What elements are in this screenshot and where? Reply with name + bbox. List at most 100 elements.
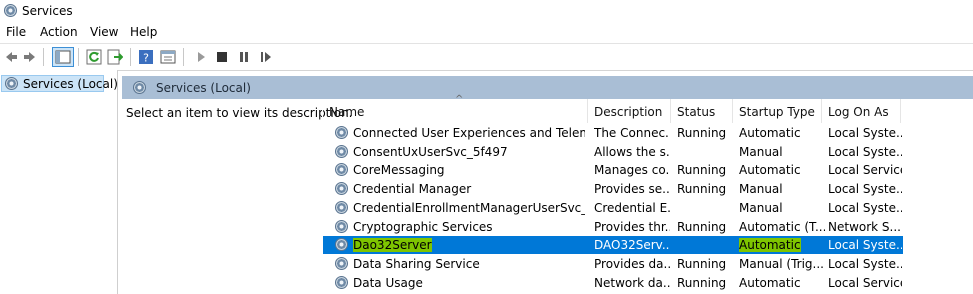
menu-file[interactable]: File bbox=[6, 25, 26, 39]
cell-name: CoreMessaging bbox=[353, 163, 445, 178]
cell-startup: Manual bbox=[739, 200, 783, 215]
cell-status: Running bbox=[677, 275, 727, 290]
gear-icon bbox=[335, 126, 348, 139]
stop-icon[interactable] bbox=[214, 49, 230, 65]
cell-status: Running bbox=[677, 163, 727, 178]
cell-startup: Manual (Trig... bbox=[739, 256, 824, 271]
menu-view[interactable]: View bbox=[90, 25, 118, 39]
cell-startup: Manual bbox=[739, 144, 783, 159]
cell-description: Credential E... bbox=[594, 200, 670, 215]
menu-bar: File Action View Help bbox=[0, 22, 973, 42]
help-icon[interactable]: ? bbox=[138, 49, 154, 65]
start-icon[interactable] bbox=[193, 49, 209, 65]
gear-icon bbox=[335, 256, 348, 270]
toolbar-separator bbox=[78, 48, 79, 66]
cell-logon: Local Syste... bbox=[828, 256, 902, 271]
cell-name: CredentialEnrollmentManagerUserSvc_5f497 bbox=[353, 200, 585, 215]
restart-icon[interactable] bbox=[258, 49, 274, 65]
cell-status: Running bbox=[677, 182, 727, 197]
gear-icon bbox=[335, 200, 348, 214]
gear-icon bbox=[335, 219, 348, 233]
cell-logon: Local Syste... bbox=[828, 144, 902, 159]
tree-item-services-local[interactable]: Services (Local) bbox=[1, 75, 118, 92]
table-row[interactable]: ConsentUxUserSvc_5f497 Allows the s... Man… bbox=[323, 143, 903, 161]
svg-text:?: ? bbox=[143, 52, 149, 65]
gear-icon bbox=[4, 4, 17, 17]
column-header-label: Log On As bbox=[828, 105, 889, 119]
table-row[interactable]: Credential Manager Provides se... Running M… bbox=[323, 180, 903, 198]
cell-description: DAO32Serv... bbox=[594, 238, 670, 253]
highlighted-text: Automatic bbox=[739, 238, 801, 253]
column-header-label: Description bbox=[594, 105, 663, 119]
cell-name: Dao32Server bbox=[353, 238, 585, 253]
forward-icon[interactable] bbox=[22, 49, 38, 65]
pane-header-label: Services (Local) bbox=[156, 81, 251, 95]
toolbar: ? bbox=[0, 43, 973, 71]
table-row[interactable]: Cryptographic Services Provides thr... Run… bbox=[323, 218, 903, 236]
toolbar-separator bbox=[183, 48, 184, 66]
cell-name: Data Usage bbox=[353, 275, 423, 290]
menu-help[interactable]: Help bbox=[130, 25, 157, 39]
cell-startup: Automatic bbox=[739, 126, 801, 140]
highlighted-text: Dao32Server bbox=[353, 238, 432, 253]
cell-logon: Local Syste... bbox=[828, 182, 902, 197]
pane-header: Services (Local) bbox=[122, 76, 973, 99]
column-header-label: Status bbox=[677, 105, 716, 119]
tree-item-label: Services (Local) bbox=[23, 77, 118, 91]
column-header-label: Name bbox=[329, 105, 365, 119]
table-row[interactable]: Connected User Experiences and Telemetry… bbox=[323, 124, 903, 142]
cell-startup: Manual bbox=[739, 182, 783, 197]
column-header-status[interactable]: Status bbox=[671, 99, 733, 123]
cell-startup: Automatic bbox=[739, 238, 825, 253]
table-row[interactable]: CredentialEnrollmentManagerUserSvc_5f497… bbox=[323, 199, 903, 217]
cell-logon: Network S... bbox=[828, 219, 901, 234]
toolbar-separator bbox=[43, 48, 44, 66]
column-header-name[interactable]: Name ^ bbox=[323, 94, 588, 123]
cell-startup: Automatic bbox=[739, 163, 801, 178]
cell-description: Network da... bbox=[594, 275, 670, 290]
cell-startup: Automatic bbox=[739, 275, 801, 290]
gear-icon bbox=[335, 163, 348, 177]
cell-name: Cryptographic Services bbox=[353, 219, 493, 234]
cell-name: Data Sharing Service bbox=[353, 256, 480, 271]
gear-icon bbox=[5, 77, 18, 90]
table-row[interactable]: CoreMessaging Manages co... Running Automat… bbox=[323, 161, 903, 179]
cell-status: Running bbox=[677, 126, 727, 140]
cell-description: The Connec... bbox=[594, 126, 670, 140]
cell-description: Provides thr... bbox=[594, 219, 670, 234]
services-list[interactable]: Name ^ Description Status Startup Type L… bbox=[322, 94, 973, 294]
gear-icon bbox=[335, 275, 348, 289]
column-header-startup-type[interactable]: Startup Type bbox=[733, 99, 822, 123]
column-header-log-on-as[interactable]: Log On As bbox=[822, 99, 901, 123]
table-row[interactable]: Data Sharing Service Provides da... Runnin… bbox=[323, 255, 903, 273]
cell-name: Connected User Experiences and Telemetry bbox=[353, 126, 585, 140]
cell-status: Running bbox=[677, 219, 727, 234]
pause-icon[interactable] bbox=[236, 49, 252, 65]
show-hide-tree-icon[interactable] bbox=[52, 47, 74, 67]
console-tree: Services (Local) bbox=[0, 70, 118, 294]
window-title: Services bbox=[22, 4, 73, 18]
properties-icon[interactable] bbox=[160, 49, 176, 65]
toolbar-separator bbox=[130, 48, 131, 66]
description-text: Select an item to view its description. bbox=[126, 106, 353, 120]
cell-logon: Local Service bbox=[828, 275, 902, 290]
cell-description: Manages co... bbox=[594, 163, 670, 178]
cell-logon: Local Service bbox=[828, 163, 902, 178]
cell-name: Credential Manager bbox=[353, 182, 472, 197]
cell-logon: Local Syste... bbox=[828, 238, 902, 253]
menu-action[interactable]: Action bbox=[40, 25, 78, 39]
cell-description: Provides se... bbox=[594, 182, 670, 197]
cell-description: Allows the s... bbox=[594, 144, 670, 159]
export-list-icon[interactable] bbox=[107, 49, 123, 65]
cell-startup: Automatic (T... bbox=[739, 219, 825, 234]
refresh-icon[interactable] bbox=[86, 49, 102, 65]
back-icon[interactable] bbox=[3, 49, 19, 65]
gear-icon bbox=[335, 238, 348, 252]
cell-logon: Local Syste... bbox=[828, 200, 902, 215]
gear-icon bbox=[335, 144, 348, 158]
column-header-label: Startup Type bbox=[739, 105, 815, 119]
table-row[interactable]: Dao32Server DAO32Serv... Automatic Local Sy… bbox=[323, 236, 903, 255]
column-header-description[interactable]: Description bbox=[588, 99, 671, 123]
cell-name: ConsentUxUserSvc_5f497 bbox=[353, 144, 508, 159]
table-row[interactable]: Data Usage Network da... Running Automatic L… bbox=[323, 274, 903, 292]
